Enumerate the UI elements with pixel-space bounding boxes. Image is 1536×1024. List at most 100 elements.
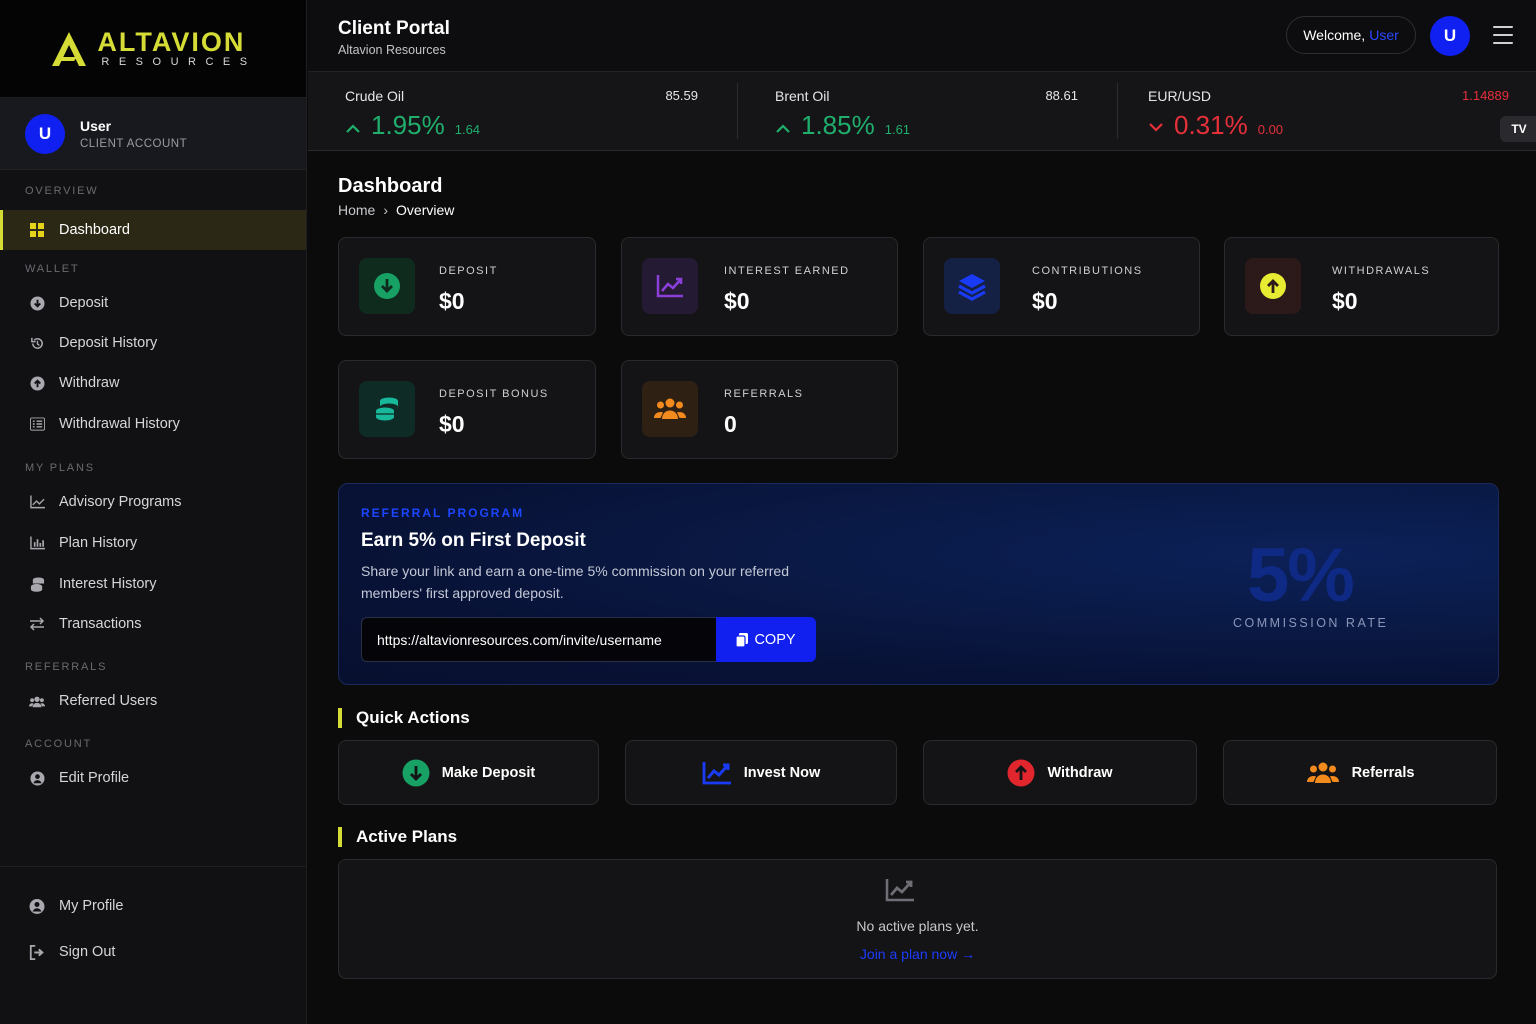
referral-link-input[interactable] bbox=[361, 617, 717, 662]
stat-value: $0 bbox=[724, 288, 750, 314]
stat-value: $0 bbox=[1332, 288, 1358, 314]
sidebar-item-label: Withdraw bbox=[59, 375, 120, 391]
logo[interactable]: ALTAVION RESOURCES bbox=[0, 0, 306, 98]
active-plans-title: Active Plans bbox=[338, 827, 457, 847]
stat-card-referrals: REFERRALS 0 bbox=[621, 360, 898, 459]
coins-icon bbox=[359, 381, 415, 437]
stat-card-deposit-bonus: DEPOSIT BONUS $0 bbox=[338, 360, 596, 459]
arrow-up-circle-icon bbox=[1007, 759, 1035, 786]
referral-title: Earn 5% on First Deposit bbox=[361, 530, 586, 551]
chart-line-icon bbox=[642, 258, 698, 314]
welcome-pill[interactable]: Welcome, User bbox=[1286, 16, 1416, 54]
chart-line-icon bbox=[29, 494, 45, 510]
sidebar-item-label: Dashboard bbox=[59, 222, 130, 238]
sidebar-item-plan-history[interactable]: Plan History bbox=[0, 523, 306, 563]
referrals-button[interactable]: Referrals bbox=[1223, 740, 1497, 805]
chart-line-icon bbox=[885, 879, 914, 902]
market-ticker: Crude Oil 85.59 1.95% 1.64 Brent Oil 88.… bbox=[308, 72, 1536, 151]
user-circle-icon bbox=[29, 898, 45, 914]
sidebar-item-advisory-programs[interactable]: Advisory Programs bbox=[0, 482, 306, 522]
sidebar-item-transactions[interactable]: Transactions bbox=[0, 604, 306, 644]
breadcrumb: Home › Overview bbox=[338, 202, 454, 218]
bar-chart-icon bbox=[29, 535, 45, 551]
ticker-item[interactable]: Crude Oil 85.59 1.95% 1.64 bbox=[308, 72, 738, 151]
stat-card-interest-earned: INTEREST EARNED $0 bbox=[621, 237, 898, 336]
make-deposit-button[interactable]: Make Deposit bbox=[338, 740, 599, 805]
ticker-price: 85.59 bbox=[665, 88, 698, 103]
stat-card-contributions: CONTRIBUTIONS $0 bbox=[923, 237, 1200, 336]
user-circle-icon bbox=[29, 770, 45, 786]
sidebar: ALTAVION RESOURCES U User CLIENT ACCOUNT… bbox=[0, 0, 307, 1024]
withdraw-button[interactable]: Withdraw bbox=[923, 740, 1197, 805]
sidebar-item-edit-profile[interactable]: Edit Profile bbox=[0, 758, 306, 798]
ticker-name: Brent Oil bbox=[775, 88, 830, 104]
sidebar-item-label: Transactions bbox=[59, 616, 142, 632]
ticker-item[interactable]: EUR/USD 1.14889 0.31% 0.00 bbox=[1118, 72, 1518, 151]
stat-value: $0 bbox=[1032, 288, 1058, 314]
chart-line-icon bbox=[702, 761, 731, 784]
stat-label: DEPOSIT BONUS bbox=[439, 388, 549, 400]
portal-subtitle: Altavion Resources bbox=[338, 43, 446, 57]
copy-label: COPY bbox=[754, 631, 796, 648]
sidebar-item-deposit-history[interactable]: Deposit History bbox=[0, 323, 306, 363]
sidebar-item-referred-users[interactable]: Referred Users bbox=[0, 681, 306, 721]
stat-value: $0 bbox=[439, 411, 465, 437]
quick-action-label: Referrals bbox=[1351, 764, 1415, 781]
users-icon bbox=[1306, 762, 1339, 783]
chevron-up-icon bbox=[776, 124, 790, 133]
sidebar-item-label: Advisory Programs bbox=[59, 494, 182, 510]
stat-label: DEPOSIT bbox=[439, 265, 498, 277]
stat-label: WITHDRAWALS bbox=[1332, 265, 1431, 277]
referral-description: Share your link and earn a one-time 5% c… bbox=[361, 563, 789, 601]
arrow-down-circle-icon bbox=[29, 295, 45, 311]
sidebar-item-label: Referred Users bbox=[59, 693, 158, 709]
quick-action-label: Make Deposit bbox=[441, 764, 536, 781]
sidebar-item-dashboard[interactable]: Dashboard bbox=[0, 210, 306, 250]
stat-value: $0 bbox=[439, 288, 465, 314]
sidebar-item-my-profile[interactable]: My Profile bbox=[0, 886, 306, 926]
ticker-change-pct: 0.31% bbox=[1174, 110, 1248, 140]
list-icon bbox=[29, 416, 45, 432]
nav-section-account: ACCOUNT bbox=[25, 738, 92, 750]
sidebar-item-label: My Profile bbox=[59, 898, 124, 914]
menu-icon[interactable] bbox=[1493, 26, 1513, 44]
arrow-down-circle-icon bbox=[359, 258, 415, 314]
sidebar-user[interactable]: U User CLIENT ACCOUNT bbox=[0, 98, 306, 170]
referral-banner: REFERRAL PROGRAM Earn 5% on First Deposi… bbox=[338, 483, 1499, 685]
sidebar-item-label: Withdrawal History bbox=[59, 416, 180, 432]
welcome-text: Welcome, bbox=[1303, 27, 1366, 43]
user-name: User bbox=[80, 117, 112, 134]
sidebar-item-sign-out[interactable]: Sign Out bbox=[0, 932, 306, 972]
arrow-up-circle-icon bbox=[29, 375, 45, 391]
sidebar-item-interest-history[interactable]: Interest History bbox=[0, 564, 306, 604]
sidebar-item-label: Interest History bbox=[59, 576, 157, 592]
active-plans-panel: No active plans yet. Join a plan now → bbox=[338, 859, 1497, 979]
ticker-change-pct: 1.85% bbox=[801, 110, 875, 140]
breadcrumb-separator: › bbox=[383, 202, 389, 218]
stat-value: 0 bbox=[724, 411, 737, 437]
sidebar-item-withdraw[interactable]: Withdraw bbox=[0, 363, 306, 403]
history-icon bbox=[29, 335, 45, 351]
users-icon bbox=[29, 693, 45, 709]
join-plan-link[interactable]: Join a plan now → bbox=[339, 946, 1496, 962]
sidebar-item-label: Sign Out bbox=[59, 944, 116, 960]
ticker-name: EUR/USD bbox=[1148, 88, 1212, 104]
invest-now-button[interactable]: Invest Now bbox=[625, 740, 897, 805]
ticker-change: 1.61 bbox=[884, 122, 911, 137]
portal-title: Client Portal bbox=[338, 18, 450, 39]
header-avatar[interactable]: U bbox=[1430, 16, 1470, 56]
nav-section-overview: OVERVIEW bbox=[25, 185, 99, 197]
quick-action-label: Withdraw bbox=[1047, 764, 1113, 781]
sidebar-item-withdrawal-history[interactable]: Withdrawal History bbox=[0, 404, 306, 444]
welcome-username: User bbox=[1369, 27, 1399, 43]
breadcrumb-home[interactable]: Home bbox=[338, 202, 375, 218]
copy-button[interactable]: COPY bbox=[716, 617, 816, 662]
breadcrumb-current: Overview bbox=[396, 202, 455, 218]
ticker-item[interactable]: Brent Oil 88.61 1.85% 1.61 bbox=[738, 72, 1118, 151]
sidebar-item-deposit[interactable]: Deposit bbox=[0, 283, 306, 323]
arrow-up-circle-icon bbox=[1245, 258, 1301, 314]
coins-icon bbox=[29, 576, 45, 592]
nav-section-referrals: REFERRALS bbox=[25, 661, 108, 673]
tradingview-logo[interactable]: TV bbox=[1500, 116, 1536, 142]
nav-section-plans: MY PLANS bbox=[25, 462, 95, 474]
